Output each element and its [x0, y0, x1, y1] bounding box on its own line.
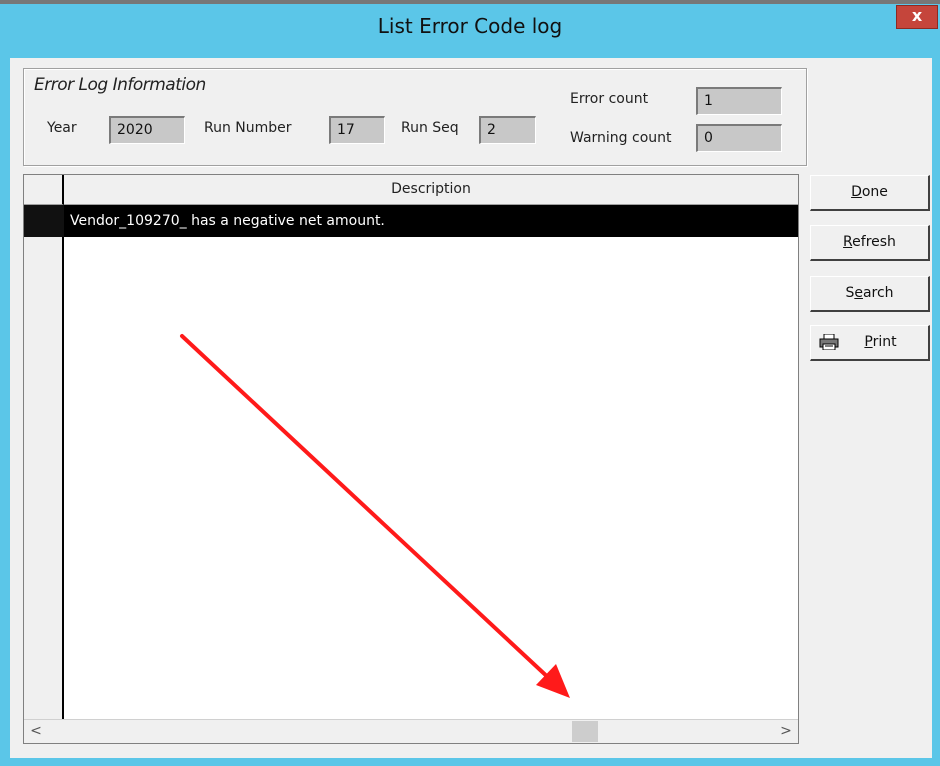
warning-count-field[interactable]: 0	[696, 124, 782, 152]
print-button[interactable]: Print	[810, 325, 930, 361]
run-seq-field[interactable]: 2	[479, 116, 536, 144]
grid-corner	[24, 175, 64, 205]
close-button[interactable]: x	[896, 5, 938, 29]
search-label-rest: arch	[862, 285, 894, 301]
scroll-right-icon[interactable]: >	[774, 720, 798, 743]
row-selector[interactable]	[24, 205, 64, 237]
search-button[interactable]: Search	[810, 276, 930, 312]
done-label-rest: one	[861, 184, 888, 200]
run-seq-label: Run Seq	[401, 120, 459, 136]
error-log-window: List Error Code log x Error Log Informat…	[0, 0, 940, 766]
printer-icon	[819, 334, 839, 350]
print-label-rest: rint	[872, 334, 897, 350]
group-title: Error Log Information	[34, 75, 206, 95]
refresh-button[interactable]: Refresh	[810, 225, 930, 261]
scroll-thumb[interactable]	[572, 721, 598, 742]
close-icon: x	[911, 6, 923, 25]
warning-count-label: Warning count	[570, 130, 672, 146]
error-count-field[interactable]: 1	[696, 87, 782, 115]
title-bar[interactable]: List Error Code log x	[0, 0, 940, 58]
run-number-label: Run Number	[204, 120, 292, 136]
year-field[interactable]: 2020	[109, 116, 185, 144]
error-log-info-group: Error Log Information Year 2020 Run Numb…	[23, 68, 807, 166]
error-count-label: Error count	[570, 91, 649, 107]
row-header-column	[24, 175, 64, 719]
window-frame-right	[932, 58, 940, 766]
search-label-pre: S	[845, 285, 855, 301]
year-label: Year	[47, 120, 77, 136]
window-title: List Error Code log	[377, 14, 563, 38]
table-row[interactable]: Vendor_109270_ has a negative net amount…	[64, 205, 798, 237]
window-frame-left	[0, 58, 10, 766]
done-mnemonic: D	[851, 184, 862, 200]
error-log-grid[interactable]: Description Vendor_109270_ has a negativ…	[23, 174, 799, 744]
done-button[interactable]: Done	[810, 175, 930, 211]
horizontal-scrollbar[interactable]: < >	[24, 719, 798, 743]
window-frame-bottom	[0, 758, 940, 766]
scroll-left-icon[interactable]: <	[24, 720, 48, 743]
dialog-client-area: Error Log Information Year 2020 Run Numb…	[10, 58, 932, 758]
column-header-description[interactable]: Description	[64, 175, 798, 205]
search-mnemonic: e	[854, 285, 863, 301]
print-mnemonic: P	[864, 334, 873, 350]
refresh-label-rest: efresh	[852, 234, 896, 250]
run-number-field[interactable]: 17	[329, 116, 385, 144]
refresh-mnemonic: R	[843, 234, 853, 250]
